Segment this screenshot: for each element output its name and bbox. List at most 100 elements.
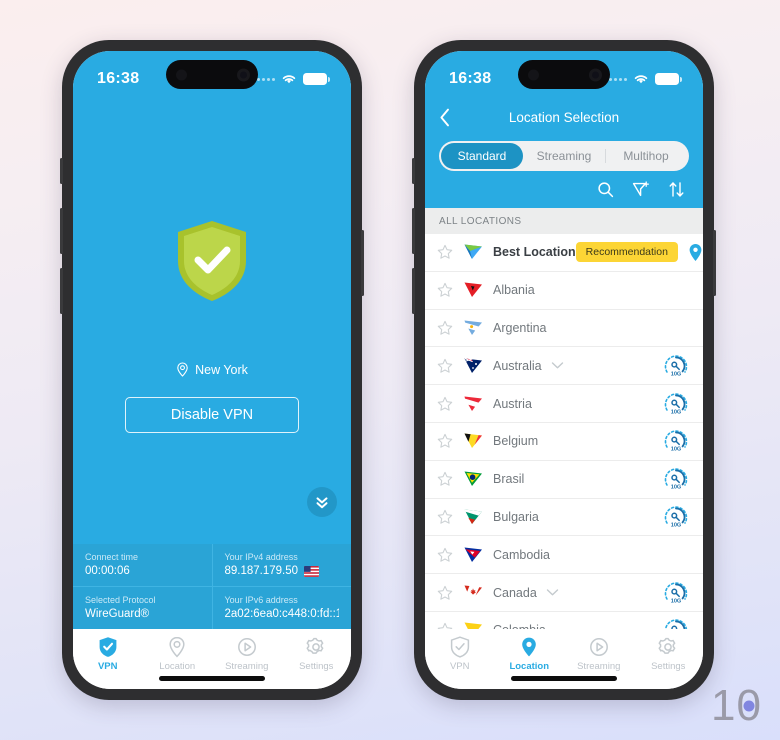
tab-multihop[interactable]: Multihop [605, 143, 687, 169]
home-indicator[interactable] [511, 676, 617, 681]
speed-gauge-icon: 10G [663, 504, 689, 530]
double-chevron-down-icon [316, 497, 328, 509]
favorite-star-icon[interactable] [437, 244, 463, 260]
tab-streaming[interactable]: Streaming [564, 636, 634, 672]
volume-up-button[interactable] [60, 208, 63, 254]
favorite-star-icon[interactable] [437, 358, 463, 374]
location-name: Brasil [493, 472, 525, 487]
favorite-star-icon[interactable] [437, 320, 463, 336]
disable-vpn-button[interactable]: Disable VPN [125, 397, 299, 433]
info-label: Your IPv6 address [224, 595, 298, 605]
location-pin-icon [177, 362, 188, 377]
status-time: 16:38 [449, 70, 492, 87]
favorite-star-icon[interactable] [437, 433, 463, 449]
gauge-label: 10G [671, 598, 682, 604]
location-name: Bulgaria [493, 509, 539, 524]
filter-button[interactable] [632, 181, 650, 198]
tab-label: Settings [651, 661, 686, 672]
favorite-star-icon[interactable] [437, 547, 463, 563]
tab-standard[interactable]: Standard [441, 143, 523, 169]
status-bar: 16:38 [73, 51, 351, 103]
volume-down-button[interactable] [412, 268, 415, 314]
tab-settings[interactable]: Settings [282, 636, 352, 672]
tab-settings[interactable]: Settings [634, 636, 704, 672]
gauge-label: 10G [671, 485, 682, 491]
flag-icon-australia [463, 355, 484, 376]
tab-label: Location [509, 661, 550, 672]
tab-streaming[interactable]: Streaming [523, 143, 605, 169]
list-item[interactable]: Colombia 10G [425, 612, 703, 629]
tab-location[interactable]: Location [495, 636, 565, 672]
favorite-star-icon[interactable] [437, 622, 463, 629]
tab-label: Streaming [577, 661, 621, 672]
front-camera-icon [589, 68, 602, 81]
volume-down-button[interactable] [60, 268, 63, 314]
flag-icon-austria [463, 393, 484, 414]
status-icons [609, 73, 682, 85]
connect-time-value: 00:00:06 [85, 565, 130, 577]
status-time: 16:38 [97, 70, 140, 87]
flag-icon-argentina [463, 317, 484, 338]
shield-icon [450, 636, 469, 658]
list-item[interactable]: Argentina [425, 310, 703, 348]
list-item[interactable]: Best Location Recommendation [425, 234, 703, 272]
list-item[interactable]: Brasil 10G [425, 461, 703, 499]
battery-icon [303, 73, 330, 85]
speed-gauge-icon: 10G [663, 428, 689, 454]
protocol-value: WireGuard® [85, 608, 150, 620]
list-item[interactable]: Albania [425, 272, 703, 310]
location-name: Austria [493, 396, 532, 411]
gear-icon [658, 637, 676, 654]
volume-up-button[interactable] [412, 208, 415, 254]
tab-label: Location [159, 661, 196, 672]
screen-location-selection: 16:38 Location Selection Standard Stream… [425, 51, 703, 689]
power-button[interactable] [361, 230, 364, 296]
speed-gauge-icon: 10G [663, 580, 689, 606]
status-bar: 16:38 [425, 51, 703, 103]
search-icon [598, 182, 614, 198]
list-item[interactable]: Australia 10G [425, 347, 703, 386]
home-indicator[interactable] [159, 676, 265, 681]
tab-vpn[interactable]: VPN [73, 636, 143, 672]
ipv6-value: 2a02:6ea0:c448:0:fd::1 [224, 608, 340, 620]
chevron-down-icon[interactable] [546, 588, 559, 597]
location-pin-icon[interactable] [688, 243, 703, 262]
sort-button[interactable] [668, 181, 685, 198]
list-item[interactable]: Belgium 10G [425, 423, 703, 461]
tab-streaming[interactable]: Streaming [212, 636, 282, 672]
favorite-star-icon[interactable] [437, 471, 463, 487]
speaker-icon [176, 69, 187, 80]
tab-location[interactable]: Location [143, 636, 213, 672]
current-location: New York [176, 362, 248, 377]
silent-switch[interactable] [60, 158, 63, 184]
current-location-label: New York [195, 362, 248, 377]
tab-label: VPN [449, 661, 470, 672]
phone-right: 16:38 Location Selection Standard Stream… [412, 40, 716, 700]
collapse-panel-button[interactable] [307, 487, 337, 517]
favorite-star-icon[interactable] [437, 282, 463, 298]
speed-gauge-icon: 10G [663, 617, 689, 629]
info-row: Selected Protocol WireGuard® Your IPv6 a… [73, 586, 351, 629]
status-icons [257, 73, 330, 85]
location-list[interactable]: Best Location Recommendation Albania Arg… [425, 234, 703, 629]
connection-info-panel: Connect time 00:00:06 Your IPv4 address … [73, 544, 351, 629]
filter-add-icon [632, 181, 649, 197]
favorite-star-icon[interactable] [437, 396, 463, 412]
favorite-star-icon[interactable] [437, 585, 463, 601]
location-name: Cambodia [493, 547, 550, 562]
location-name: Albania [493, 283, 535, 298]
power-button[interactable] [713, 230, 716, 296]
list-item[interactable]: Austria 10G [425, 385, 703, 423]
list-item[interactable]: Cambodia [425, 536, 703, 575]
tab-vpn[interactable]: VPN [425, 636, 495, 672]
info-label: Connect time [85, 552, 139, 562]
list-item[interactable]: Canada 10G [425, 574, 703, 612]
shield-icon [99, 637, 117, 657]
search-button[interactable] [597, 181, 614, 198]
location-name: Argentina [493, 320, 547, 335]
favorite-star-icon[interactable] [437, 509, 463, 525]
silent-switch[interactable] [412, 158, 415, 184]
location-name: Belgium [493, 434, 539, 449]
list-item[interactable]: Bulgaria 10G [425, 499, 703, 537]
chevron-down-icon[interactable] [551, 361, 564, 370]
